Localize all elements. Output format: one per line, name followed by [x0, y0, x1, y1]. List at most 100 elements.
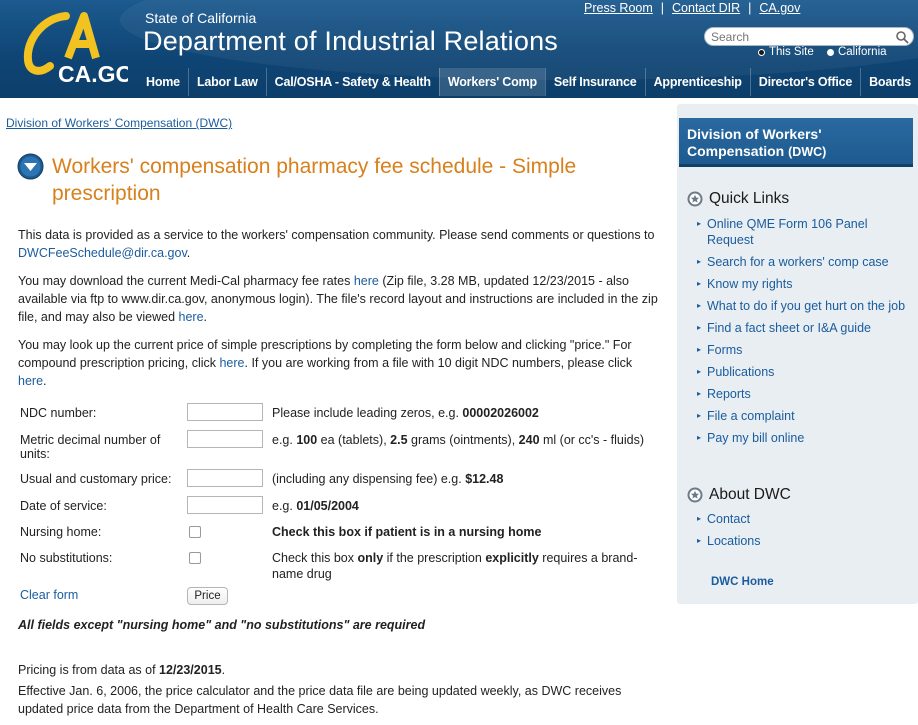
right-triangle-icon: ▸	[697, 279, 702, 288]
ndc-hint: Please include leading zeros, e.g. 00002…	[272, 405, 652, 421]
nav-apprenticeship[interactable]: Apprenticeship	[644, 68, 750, 96]
sidebar: Division of Workers' Compensation (DWC) …	[677, 104, 918, 604]
metric-units-input[interactable]	[187, 430, 263, 448]
search-scope: This Site California	[758, 46, 897, 59]
clear-form-link[interactable]: Clear form	[20, 588, 78, 602]
intro-paragraph-2: You may download the current Medi-Cal ph…	[18, 272, 658, 326]
required-fields-note: All fields except "nursing home" and "no…	[18, 618, 426, 632]
nav-boards[interactable]: Boards	[860, 68, 918, 96]
quick-link-search-case[interactable]: ▸ Search for a workers' comp case	[697, 254, 907, 270]
date-of-service-hint: e.g. 01/05/2004	[272, 499, 359, 513]
intro-text: . If you are working from a file with 10…	[244, 356, 633, 370]
quick-link-file-complaint[interactable]: ▸ File a complaint	[697, 408, 907, 424]
intro-text: .	[186, 246, 191, 260]
ca-gov-link[interactable]: CA.gov	[759, 1, 800, 15]
about-dwc-heading: About DWC	[687, 486, 791, 504]
nav-workers-comp[interactable]: Workers' Comp	[438, 68, 545, 96]
no-substitutions-checkbox[interactable]	[189, 552, 201, 564]
scope-california[interactable]: California	[826, 46, 887, 58]
search-icon[interactable]	[895, 30, 909, 44]
intro-text: You may download the current Medi-Cal ph…	[18, 274, 354, 288]
about-link-locations[interactable]: ▸ Locations	[697, 533, 907, 549]
state-of-california-text: State of California	[145, 10, 257, 26]
quick-link-publications[interactable]: ▸ Publications	[697, 364, 907, 380]
right-triangle-icon: ▸	[697, 345, 702, 354]
about-links-list: ▸ Contact ▸ Locations	[697, 511, 907, 555]
date-of-service-input[interactable]	[187, 496, 263, 514]
separator: |	[748, 1, 752, 15]
star-badge-icon	[687, 191, 703, 207]
ten-digit-ndc-link[interactable]: here	[18, 374, 43, 388]
quick-link-pay-bill[interactable]: ▸ Pay my bill online	[697, 430, 907, 446]
section-title: Quick Links	[709, 190, 790, 207]
intro-paragraph-1: This data is provided as a service to th…	[18, 226, 658, 262]
right-triangle-icon: ▸	[697, 367, 702, 376]
right-triangle-icon: ▸	[697, 536, 702, 545]
compound-pricing-link[interactable]: here	[219, 356, 244, 370]
right-triangle-icon: ▸	[697, 411, 702, 420]
right-triangle-icon: ▸	[697, 257, 702, 266]
nursing-home-checkbox[interactable]	[189, 526, 201, 538]
right-triangle-icon: ▸	[697, 301, 702, 310]
scope-label: This Site	[769, 46, 814, 58]
down-arrow-circle-icon	[17, 153, 44, 180]
radio-icon[interactable]	[826, 48, 834, 56]
right-triangle-icon: ▸	[697, 433, 702, 442]
no-substitutions-hint: Check this box only if the prescription …	[272, 551, 638, 581]
ca-gov-logo[interactable]: CA.GOV	[18, 8, 128, 90]
right-triangle-icon: ▸	[697, 389, 702, 398]
download-fee-rates-link[interactable]: here	[354, 274, 379, 288]
intro-text: .	[203, 310, 208, 324]
scope-this-site[interactable]: This Site	[758, 46, 814, 58]
no-substitutions-label: No substitutions:	[20, 551, 113, 565]
top-links: Press Room | Contact DIR | CA.gov	[584, 1, 800, 15]
press-room-link[interactable]: Press Room	[584, 1, 653, 15]
breadcrumb[interactable]: Division of Workers' Compensation (DWC)	[6, 116, 232, 130]
price-button[interactable]: Price	[187, 587, 228, 605]
sidebar-header-line: Compensation (DWC)	[687, 143, 827, 159]
record-layout-link[interactable]: here	[179, 310, 204, 324]
nav-home[interactable]: Home	[138, 68, 188, 96]
quick-link-reports[interactable]: ▸ Reports	[697, 386, 907, 402]
quick-link-qme-form[interactable]: ▸ Online QME Form 106 Panel Request	[697, 216, 907, 248]
nav-directors-office[interactable]: Director's Office	[749, 68, 860, 96]
pricing-data-date: Pricing is from data as of 12/23/2015.	[18, 663, 226, 677]
intro-text: This data is provided as a service to th…	[18, 228, 655, 242]
ndc-label: NDC number:	[20, 406, 97, 420]
ndc-input[interactable]	[187, 403, 263, 421]
nav-cal-osha[interactable]: Cal/OSHA - Safety & Health	[265, 68, 439, 96]
sidebar-header[interactable]: Division of Workers' Compensation (DWC)	[679, 118, 913, 167]
right-triangle-icon: ▸	[697, 323, 702, 332]
quick-link-forms[interactable]: ▸ Forms	[697, 342, 907, 358]
quick-link-fact-sheet[interactable]: ▸ Find a fact sheet or I&A guide	[697, 320, 907, 336]
about-link-contact[interactable]: ▸ Contact	[697, 511, 907, 527]
metric-units-hint: e.g. 100 ea (tablets), 2.5 grams (ointme…	[272, 433, 645, 447]
scope-label: California	[837, 46, 887, 58]
right-triangle-icon: ▸	[697, 219, 702, 228]
hint-text: Please include leading zeros, e.g.	[272, 406, 463, 420]
quick-link-know-rights[interactable]: ▸ Know my rights	[697, 276, 907, 292]
quick-links-heading: Quick Links	[687, 190, 789, 208]
nursing-home-label: Nursing home:	[20, 525, 102, 539]
usual-price-input[interactable]	[187, 469, 263, 487]
logo-text: CA.GOV	[58, 61, 128, 87]
page-title: Workers' compensation pharmacy fee sched…	[52, 155, 577, 205]
department-title[interactable]: Department of Industrial Relations	[143, 26, 558, 57]
feedback-email-link[interactable]: DWCFeeSchedule@dir.ca.gov	[18, 246, 187, 260]
intro-text: .	[43, 374, 47, 388]
contact-dir-link[interactable]: Contact DIR	[672, 1, 740, 15]
separator: |	[660, 1, 665, 15]
right-triangle-icon: ▸	[697, 514, 702, 523]
hint-example: 00002026002	[462, 406, 539, 420]
quick-links-list: ▸ Online QME Form 106 Panel Request ▸ Sear…	[697, 216, 907, 452]
radio-selected-icon[interactable]	[758, 48, 765, 56]
section-title: About DWC	[709, 486, 791, 503]
dwc-home-link[interactable]: DWC Home	[711, 576, 774, 588]
search-input[interactable]	[711, 28, 891, 45]
nav-labor-law[interactable]: Labor Law	[187, 68, 266, 96]
star-badge-icon	[687, 487, 703, 503]
quick-link-hurt-on-job[interactable]: ▸ What to do if you get hurt on the job	[697, 298, 907, 314]
nav-self-insurance[interactable]: Self Insurance	[544, 68, 645, 96]
metric-units-label: Metric decimal number of units:	[20, 433, 161, 461]
sidebar-header-line: Division of Workers'	[687, 126, 822, 142]
